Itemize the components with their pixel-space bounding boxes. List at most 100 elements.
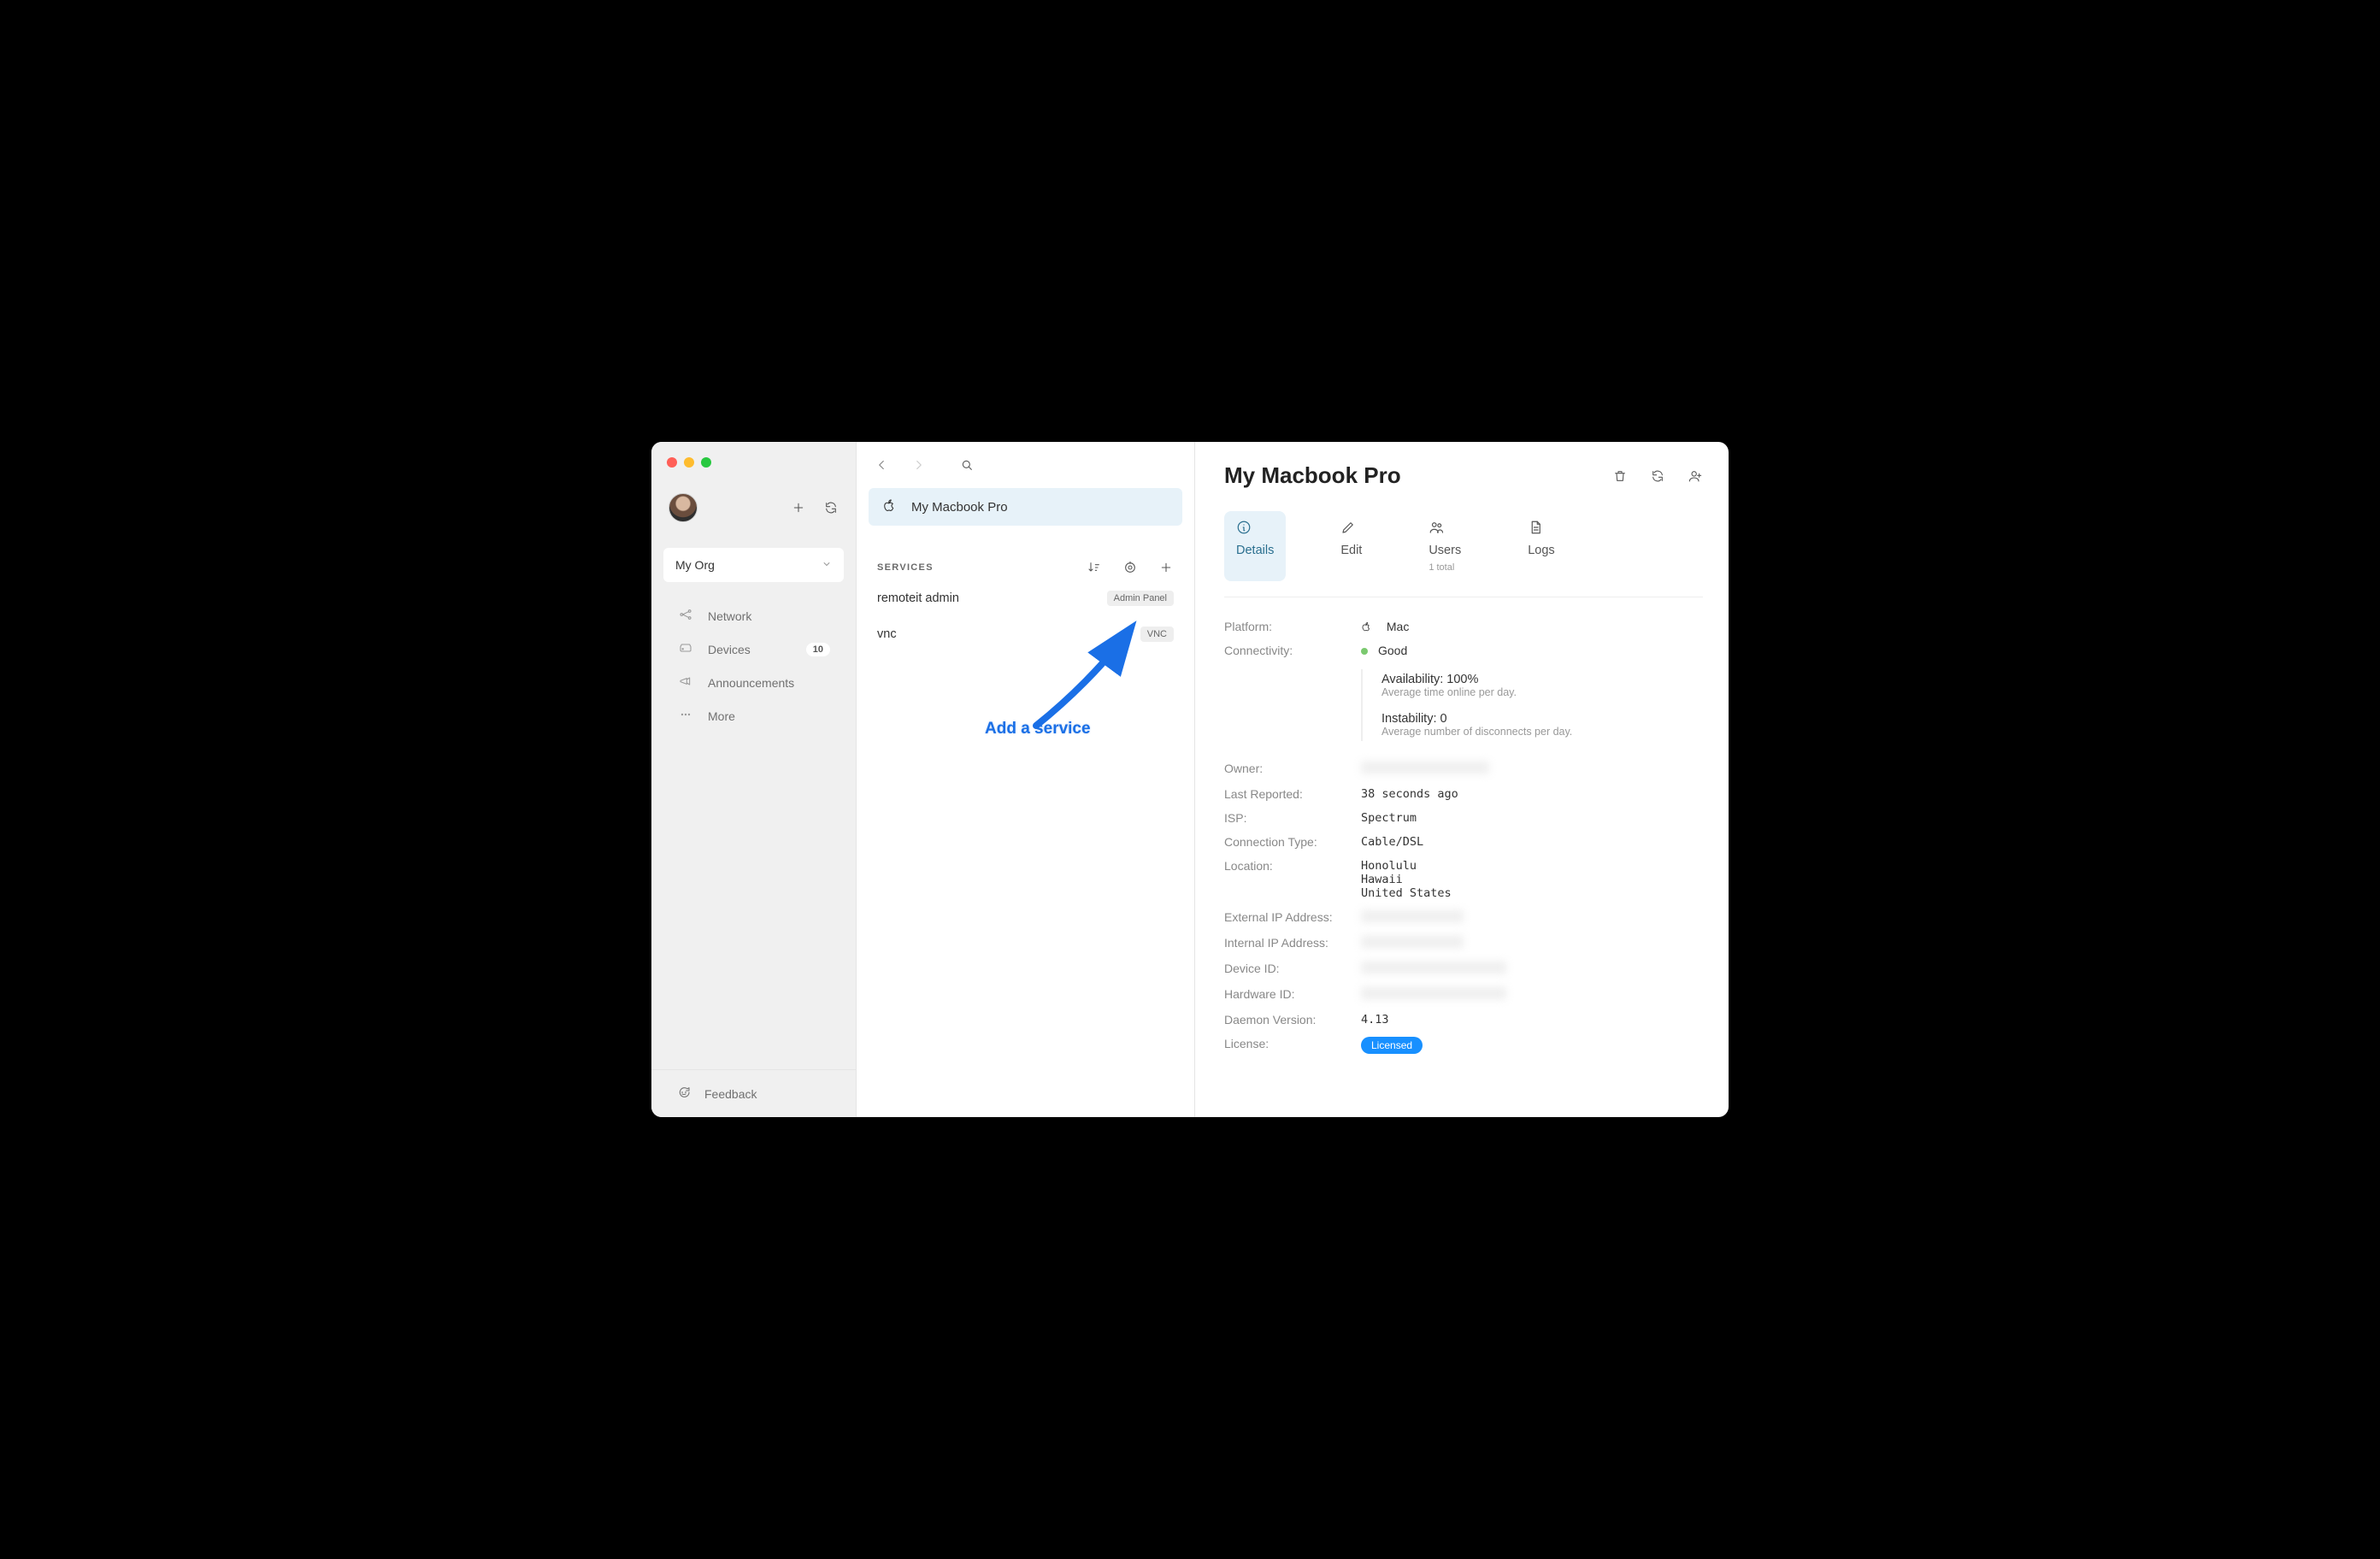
scan-icon[interactable]	[1122, 560, 1138, 575]
owner-value	[1361, 762, 1489, 777]
availability-title: Availability: 100%	[1381, 673, 1703, 686]
instability-title: Instability: 0	[1381, 712, 1703, 726]
add-service-icon[interactable]	[1158, 560, 1174, 575]
detail-panel: My Macbook Pro Details	[1195, 442, 1729, 1117]
avatar[interactable]	[669, 493, 698, 522]
isp-label: ISP:	[1224, 811, 1361, 825]
conn-type-label: Connection Type:	[1224, 835, 1361, 849]
service-name: vnc	[877, 627, 897, 641]
feedback-button[interactable]: Feedback	[651, 1069, 856, 1117]
feedback-icon	[677, 1085, 691, 1102]
mid-toolbar	[857, 442, 1194, 483]
trash-icon[interactable]	[1612, 468, 1628, 484]
daemon-value: 4.13	[1361, 1013, 1389, 1027]
service-name: remoteit admin	[877, 591, 959, 605]
pencil-icon	[1340, 520, 1356, 538]
nav-label: Devices	[708, 643, 751, 656]
tab-users[interactable]: Users 1 total	[1417, 511, 1473, 581]
platform-value: Mac	[1361, 620, 1409, 633]
connectivity-value: Good	[1361, 644, 1407, 657]
connectivity-label: Connectivity:	[1224, 644, 1361, 657]
nav-label: More	[708, 709, 735, 723]
tab-sublabel: 1 total	[1429, 562, 1454, 573]
tab-logs[interactable]: Logs	[1516, 511, 1566, 581]
isp-value: Spectrum	[1361, 811, 1417, 825]
tab-row: Details Edit Users 1 total Logs	[1224, 511, 1703, 597]
services-header: SERVICES	[857, 531, 1194, 580]
service-badge: Admin Panel	[1107, 591, 1174, 606]
sidebar: My Org Network Devices 10	[651, 442, 857, 1117]
location-label: Location:	[1224, 859, 1361, 900]
tab-label: Users	[1429, 544, 1461, 557]
device-id-value	[1361, 962, 1506, 977]
tab-label: Edit	[1340, 544, 1362, 557]
location-value: Honolulu Hawaii United States	[1361, 859, 1452, 900]
app-window: My Org Network Devices 10	[651, 442, 1729, 1117]
add-icon[interactable]	[791, 500, 806, 515]
conn-type-value: Cable/DSL	[1361, 835, 1423, 849]
maximize-window-button[interactable]	[701, 457, 711, 468]
availability-sub: Average time online per day.	[1381, 686, 1703, 698]
connectivity-stats: Availability: 100% Average time online p…	[1361, 669, 1703, 741]
close-window-button[interactable]	[667, 457, 677, 468]
users-icon	[1429, 520, 1444, 538]
services-heading: SERVICES	[877, 562, 934, 573]
owner-label: Owner:	[1224, 762, 1361, 777]
chevron-down-icon	[822, 558, 832, 572]
service-badge: VNC	[1140, 627, 1174, 642]
back-button[interactable]	[872, 457, 891, 473]
nav-label: Announcements	[708, 676, 794, 690]
last-reported-value: 38 seconds ago	[1361, 787, 1458, 801]
forward-button	[910, 457, 928, 473]
device-id-label: Device ID:	[1224, 962, 1361, 977]
more-icon	[677, 708, 694, 724]
sidebar-item-more[interactable]: More	[657, 699, 851, 732]
ext-ip-value	[1361, 910, 1464, 926]
tab-label: Details	[1236, 544, 1274, 557]
license-badge: Licensed	[1361, 1037, 1423, 1054]
hardware-id-label: Hardware ID:	[1224, 987, 1361, 1003]
instability-sub: Average number of disconnects per day.	[1381, 726, 1703, 738]
sidebar-item-announcements[interactable]: Announcements	[657, 666, 851, 699]
tab-details[interactable]: Details	[1224, 511, 1286, 581]
license-value: Licensed	[1361, 1037, 1423, 1054]
sort-icon[interactable]	[1087, 560, 1102, 575]
device-count-badge: 10	[806, 643, 830, 656]
refresh-icon[interactable]	[1650, 468, 1665, 484]
logs-icon	[1528, 520, 1543, 538]
platform-label: Platform:	[1224, 620, 1361, 633]
ext-ip-label: External IP Address:	[1224, 910, 1361, 926]
refresh-icon[interactable]	[823, 500, 839, 515]
service-item[interactable]: vnc VNC	[857, 616, 1194, 652]
hardware-id-value	[1361, 987, 1506, 1003]
org-label: My Org	[675, 558, 715, 572]
int-ip-value	[1361, 936, 1464, 951]
minimize-window-button[interactable]	[684, 457, 694, 468]
add-user-icon[interactable]	[1688, 468, 1703, 484]
feedback-label: Feedback	[704, 1087, 757, 1101]
search-icon[interactable]	[959, 457, 975, 473]
window-controls	[667, 457, 711, 468]
device-chip[interactable]: My Macbook Pro	[869, 488, 1182, 526]
annotation-text: Add a service	[985, 720, 1091, 738]
sidebar-item-devices[interactable]: Devices 10	[657, 632, 851, 666]
tab-label: Logs	[1528, 544, 1554, 557]
license-label: License:	[1224, 1037, 1361, 1054]
status-dot-icon	[1361, 648, 1368, 655]
info-icon	[1236, 520, 1252, 538]
device-panel: My Macbook Pro SERVICES remoteit admin A…	[857, 442, 1195, 1117]
last-reported-label: Last Reported:	[1224, 787, 1361, 801]
daemon-label: Daemon Version:	[1224, 1013, 1361, 1027]
sidebar-item-network[interactable]: Network	[657, 599, 851, 632]
network-icon	[677, 608, 694, 624]
sidebar-top	[651, 483, 856, 539]
int-ip-label: Internal IP Address:	[1224, 936, 1361, 951]
megaphone-icon	[677, 674, 694, 691]
org-selector[interactable]: My Org	[663, 548, 844, 582]
device-name: My Macbook Pro	[911, 500, 1008, 515]
service-item[interactable]: remoteit admin Admin Panel	[857, 580, 1194, 616]
page-title: My Macbook Pro	[1224, 462, 1401, 489]
tab-edit[interactable]: Edit	[1328, 511, 1374, 581]
detail-header: My Macbook Pro	[1224, 462, 1703, 489]
nav-label: Network	[708, 609, 751, 623]
